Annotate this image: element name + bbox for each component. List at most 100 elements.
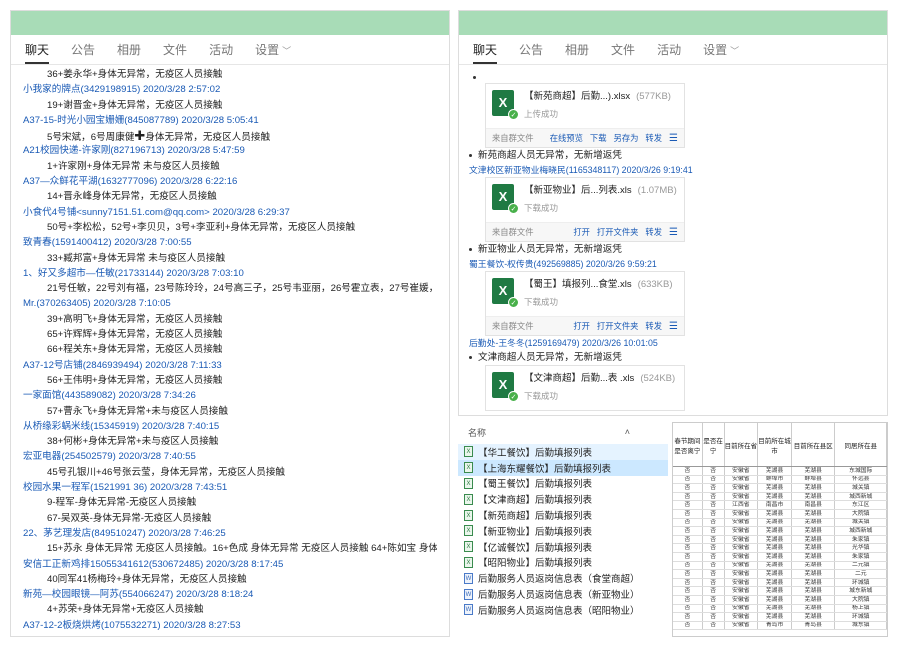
table-cell[interactable]: 南昌市 [758,501,792,509]
menu-icon[interactable]: ☰ [669,227,678,238]
forward-link[interactable]: 转发 [645,226,662,238]
table-cell[interactable]: 否 [673,544,703,552]
table-cell[interactable]: 安徽省 [725,492,759,501]
tab-0[interactable]: 聊天 [473,41,498,64]
tab-4[interactable]: 活动 [209,41,233,64]
table-cell[interactable]: 城东新城 [835,587,887,595]
table-cell[interactable]: 否 [673,509,703,518]
table-cell[interactable]: 芜湖县 [792,570,836,578]
table-cell[interactable]: 芜湖县 [792,604,836,613]
file-item[interactable]: W 后勤服务人员返岗信息表（新亚物业） [458,586,668,602]
table-cell[interactable]: 安徽省 [725,561,759,570]
table-cell[interactable]: 芜湖县 [758,535,792,544]
table-cell[interactable]: 否 [673,467,703,475]
table-cell[interactable]: 二元镇 [835,561,887,570]
table-cell[interactable]: 芜湖县 [792,484,836,492]
open-link[interactable]: 打开 [573,320,590,332]
table-cell[interactable]: 否 [673,527,703,535]
table-cell[interactable]: 安徽省 [725,595,759,604]
table-cell[interactable]: 否 [703,544,725,552]
table-cell[interactable]: 城西新城 [835,527,887,535]
table-cell[interactable]: 南昌县 [792,501,836,509]
table-cell[interactable]: 否 [703,509,725,518]
file-item[interactable]: X 【亿诚餐饮】后勤填报列表 [458,539,668,555]
table-cell[interactable]: 安徽省 [725,527,759,535]
table-cell[interactable]: 否 [673,475,703,484]
table-cell[interactable]: 否 [673,501,703,509]
table-cell[interactable]: 否 [673,587,703,595]
table-cell[interactable]: 否 [703,552,725,561]
table-cell[interactable]: 二元 [835,570,887,578]
table-cell[interactable]: 芜湖县 [792,535,836,544]
table-cell[interactable]: 朱家镇 [835,552,887,561]
table-cell[interactable]: 怀远县 [835,475,887,484]
file-item[interactable]: X 【蜀王餐饮】后勤填报列表 [458,476,668,492]
table-cell[interactable]: 否 [673,518,703,527]
table-cell[interactable]: 城关镇 [835,518,887,527]
table-cell[interactable]: 光华镇 [835,544,887,552]
table-cell[interactable]: 安徽省 [725,578,759,587]
table-cell[interactable]: 否 [703,475,725,484]
open-folder-link[interactable]: 打开文件夹 [597,320,639,332]
table-cell[interactable]: 杨上镇 [835,604,887,613]
table-cell[interactable]: 城西新城 [835,492,887,501]
table-cell[interactable]: 否 [703,604,725,613]
table-cell[interactable]: 芜湖县 [758,552,792,561]
preview-online-link[interactable]: 在线预览 [550,132,583,144]
table-cell[interactable]: 否 [673,570,703,578]
table-cell[interactable]: 芜湖县 [758,595,792,604]
table-cell[interactable]: 安徽省 [725,587,759,595]
table-cell[interactable]: 否 [703,492,725,501]
table-cell[interactable]: 否 [703,527,725,535]
table-cell[interactable]: 否 [673,604,703,613]
tab-1[interactable]: 公告 [71,41,95,64]
file-item[interactable]: X 【昭阳物业】后勤填报列表 [458,555,668,571]
table-cell[interactable]: 安徽省 [725,613,759,621]
table-cell[interactable]: 安徽省 [725,604,759,613]
tab-1[interactable]: 公告 [519,41,543,64]
table-cell[interactable]: 芜湖县 [758,578,792,587]
table-cell[interactable]: 安徽省 [725,484,759,492]
table-cell[interactable]: 蚌埠市 [758,475,792,484]
table-cell[interactable]: 否 [703,535,725,544]
table-cell[interactable]: 否 [673,561,703,570]
table-cell[interactable]: 否 [703,484,725,492]
table-cell[interactable]: 芜湖县 [792,509,836,518]
tab-2[interactable]: 相册 [117,41,141,64]
table-cell[interactable]: 否 [703,501,725,509]
table-cell[interactable]: 城东镇 [835,621,887,630]
table-cell[interactable]: 芜湖县 [758,518,792,527]
table-cell[interactable]: 安徽省 [725,570,759,578]
table-cell[interactable]: 否 [703,570,725,578]
menu-icon[interactable]: ☰ [669,321,678,332]
file-item[interactable]: X 【华工餐饮】后勤填报列表 [458,444,668,460]
table-cell[interactable]: 否 [703,595,725,604]
tab-5[interactable]: 设置 ﹀ [703,41,739,64]
table-cell[interactable]: 芜湖县 [792,552,836,561]
file-item[interactable]: W 后勤服务人员返岗信息表（食堂商超） [458,570,668,586]
column-header[interactable]: 名称 ˄ [458,420,668,444]
table-cell[interactable]: 芜湖县 [758,544,792,552]
menu-icon[interactable]: ☰ [669,133,678,144]
table-cell[interactable]: 否 [673,578,703,587]
table-cell[interactable]: 芜湖县 [758,484,792,492]
table-cell[interactable]: 大院镇 [835,509,887,518]
table-cell[interactable]: 否 [673,535,703,544]
table-cell[interactable]: 芜湖县 [792,492,836,501]
table-cell[interactable]: 芜湖县 [758,570,792,578]
table-cell[interactable]: 否 [673,613,703,621]
table-cell[interactable]: 安徽省 [725,467,759,475]
table-cell[interactable]: 否 [703,467,725,475]
table-cell[interactable]: 安徽省 [725,509,759,518]
table-cell[interactable]: 安徽省 [725,621,759,630]
table-cell[interactable]: 安徽省 [725,535,759,544]
table-cell[interactable]: 芜湖县 [758,492,792,501]
table-cell[interactable]: 环城镇 [835,613,887,621]
table-cell[interactable]: 芜湖县 [792,561,836,570]
file-item[interactable]: X 【新亚物业】后勤填报列表 [458,523,668,539]
table-cell[interactable]: 否 [703,561,725,570]
table-cell[interactable]: 芜湖县 [792,613,836,621]
table-cell[interactable]: 安徽省 [725,518,759,527]
file-item[interactable]: X 【文津商超】后勤填报列表 [458,491,668,507]
table-cell[interactable]: 青岛市 [758,621,792,630]
